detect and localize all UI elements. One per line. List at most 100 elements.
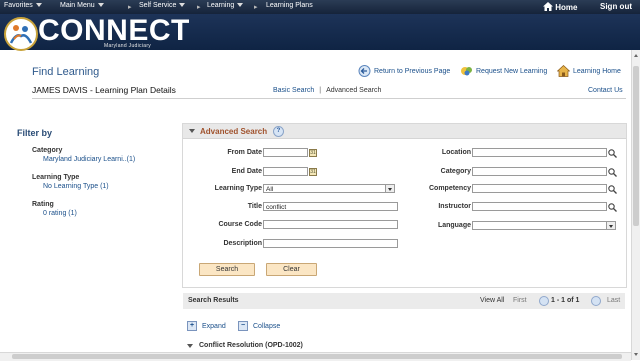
return-link-label: Return to Previous Page bbox=[374, 67, 451, 75]
view-all-link[interactable]: View All bbox=[480, 297, 504, 304]
previous-page-icon[interactable] bbox=[539, 296, 549, 306]
sign-out-button[interactable]: Sign out bbox=[600, 2, 632, 11]
link-separator: | bbox=[319, 87, 322, 94]
description-input[interactable] bbox=[263, 239, 398, 248]
home-icon bbox=[543, 2, 553, 11]
collapse-all-button[interactable]: − Collapse bbox=[238, 321, 280, 331]
lookup-search-icon[interactable] bbox=[608, 203, 617, 212]
minus-icon: − bbox=[238, 321, 248, 331]
expand-all-button[interactable]: + Expand bbox=[187, 321, 226, 331]
banner: CONNECT Maryland Judiciary bbox=[0, 14, 640, 51]
lookup-search-icon[interactable] bbox=[608, 168, 617, 177]
request-learning-icon bbox=[461, 67, 472, 76]
favorites-menu[interactable]: Favorites bbox=[4, 2, 42, 9]
learning-label: Learning bbox=[207, 2, 235, 9]
plan-details-heading: JAMES DAVIS - Learning Plan Details bbox=[32, 85, 176, 95]
filter-heading-learning-type: Learning Type bbox=[32, 174, 80, 181]
filter-option-learning-type[interactable]: No Learning Type (1) bbox=[43, 183, 109, 190]
request-learning-link[interactable]: Request New Learning bbox=[460, 65, 547, 77]
calendar-icon[interactable]: 31 bbox=[309, 168, 317, 176]
header-divider bbox=[32, 98, 626, 99]
chevron-down-icon bbox=[606, 222, 615, 229]
calendar-icon[interactable]: 31 bbox=[309, 149, 317, 157]
return-link[interactable]: Return to Previous Page bbox=[358, 65, 450, 77]
location-label: Location bbox=[441, 149, 471, 156]
horizontal-scroll-thumb[interactable] bbox=[12, 354, 622, 359]
self-service-label: Self Service bbox=[139, 2, 177, 9]
main-menu-label: Main Menu bbox=[60, 2, 95, 9]
search-mode-links: Basic Search | Advanced Search bbox=[273, 87, 381, 94]
breadcrumb-separator-icon: ▸ bbox=[128, 4, 132, 11]
learning-home-icon bbox=[557, 65, 570, 77]
collapse-triangle-icon bbox=[189, 129, 195, 133]
result-range: 1 - 1 of 1 bbox=[551, 297, 580, 304]
breadcrumb-separator-icon: ▸ bbox=[254, 4, 258, 11]
expand-label: Expand bbox=[202, 322, 226, 330]
favorites-label: Favorites bbox=[4, 2, 33, 9]
language-label: Language bbox=[437, 222, 471, 229]
learning-home-link[interactable]: Learning Home bbox=[557, 65, 621, 77]
advanced-search-current: Advanced Search bbox=[326, 87, 382, 94]
course-code-input[interactable] bbox=[263, 220, 398, 229]
logo-subtitle: Maryland Judiciary bbox=[104, 43, 152, 49]
end-date-input[interactable] bbox=[263, 167, 308, 176]
scroll-thumb[interactable] bbox=[633, 66, 639, 226]
search-button[interactable]: Search bbox=[199, 263, 255, 276]
learning-home-label: Learning Home bbox=[573, 67, 621, 75]
learning-type-select[interactable]: All bbox=[263, 184, 395, 193]
lookup-search-icon[interactable] bbox=[608, 185, 617, 194]
chevron-down-icon bbox=[97, 3, 104, 8]
category-input[interactable] bbox=[472, 167, 607, 176]
vertical-scrollbar[interactable] bbox=[631, 50, 640, 360]
instructor-input[interactable] bbox=[472, 202, 607, 211]
competency-input[interactable] bbox=[472, 184, 607, 193]
learning-menu[interactable]: Learning bbox=[207, 2, 244, 9]
from-date-input[interactable] bbox=[263, 148, 308, 157]
search-results-bar: Search Results View All First 1 - 1 of 1… bbox=[183, 293, 625, 309]
basic-search-link[interactable]: Basic Search bbox=[273, 87, 314, 94]
search-results-title: Search Results bbox=[188, 297, 239, 304]
advanced-search-header[interactable]: Advanced Search ? bbox=[183, 124, 626, 139]
title-input[interactable]: conflict bbox=[263, 202, 398, 211]
filter-option-category[interactable]: Maryland Judiciary Learni..(1) bbox=[43, 156, 135, 163]
filter-title: Filter by bbox=[17, 128, 53, 138]
home-button[interactable]: Home bbox=[543, 2, 577, 12]
lookup-search-icon[interactable] bbox=[608, 149, 617, 158]
end-date-label: End Date bbox=[231, 168, 262, 175]
logo-emblem-icon bbox=[4, 17, 38, 51]
course-code-label: Course Code bbox=[218, 221, 262, 228]
collapse-label: Collapse bbox=[253, 322, 281, 330]
instructor-label: Instructor bbox=[438, 203, 471, 210]
top-nav-bar: Favorites Main Menu ▸ Self Service ▸ Lea… bbox=[0, 0, 640, 14]
filter-heading-rating: Rating bbox=[32, 201, 54, 208]
title-label: Title bbox=[247, 203, 262, 210]
learning-type-label: Learning Type bbox=[214, 185, 262, 192]
learning-type-value: All bbox=[266, 186, 274, 193]
main-menu[interactable]: Main Menu bbox=[60, 2, 104, 9]
filter-option-rating[interactable]: 0 rating (1) bbox=[43, 210, 77, 217]
plus-icon: + bbox=[187, 321, 197, 331]
result-group-title: Conflict Resolution (OPD-1002) bbox=[199, 342, 303, 349]
scroll-down-icon[interactable] bbox=[634, 353, 638, 356]
scroll-up-icon[interactable] bbox=[634, 54, 638, 57]
category-label: Category bbox=[440, 168, 471, 175]
learning-plans-link[interactable]: Learning Plans bbox=[266, 2, 313, 9]
chevron-down-icon bbox=[179, 3, 186, 8]
help-icon[interactable]: ? bbox=[273, 126, 284, 137]
self-service-menu[interactable]: Self Service bbox=[139, 2, 186, 9]
language-select[interactable] bbox=[472, 221, 616, 230]
contact-us-link[interactable]: Contact Us bbox=[588, 87, 623, 94]
competency-label: Competency bbox=[428, 185, 471, 192]
expand-triangle-icon bbox=[187, 343, 193, 348]
location-input[interactable] bbox=[472, 148, 607, 157]
last-page-link[interactable]: Last bbox=[607, 297, 620, 304]
filter-heading-category: Category bbox=[32, 147, 63, 154]
clear-button[interactable]: Clear bbox=[266, 263, 317, 276]
description-label: Description bbox=[223, 240, 262, 247]
breadcrumb-separator-icon: ▸ bbox=[197, 4, 201, 11]
next-page-icon[interactable] bbox=[591, 296, 601, 306]
request-learning-label: Request New Learning bbox=[476, 67, 548, 75]
first-page-link[interactable]: First bbox=[513, 297, 527, 304]
from-date-label: From Date bbox=[227, 149, 262, 156]
result-group-row[interactable]: Conflict Resolution (OPD-1002) bbox=[187, 342, 303, 349]
